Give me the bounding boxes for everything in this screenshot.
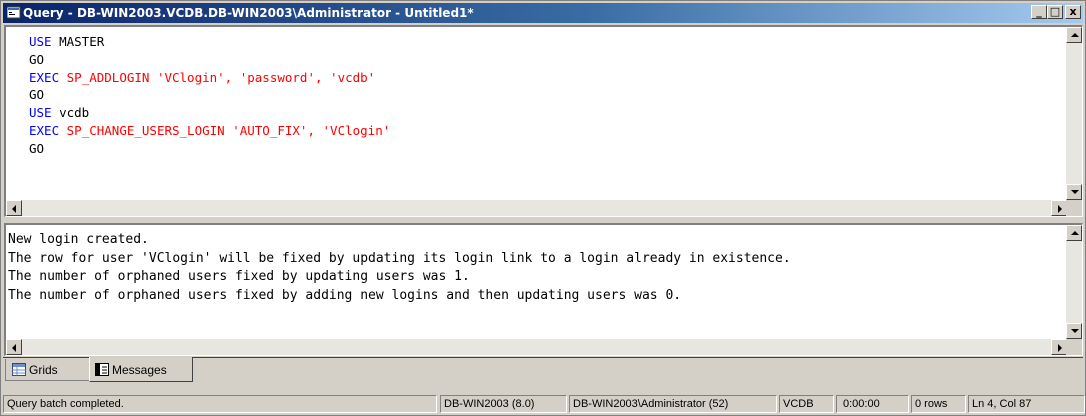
arrow-left-icon	[12, 344, 16, 352]
code-line[interactable]: EXEC SP_CHANGE_USERS_LOGIN 'AUTO_FIX', '…	[29, 122, 390, 140]
close-icon: x	[1069, 5, 1077, 18]
code-line[interactable]: GO	[29, 86, 390, 104]
scrollbar-corner	[1066, 339, 1082, 355]
results-tab-strip: Grids Messages	[3, 357, 1083, 385]
status-server: DB-WIN2003 (8.0)	[440, 395, 567, 413]
arrow-right-icon	[1058, 205, 1062, 213]
scroll-down-button[interactable]	[1066, 323, 1082, 339]
messages-text[interactable]: New login created. The row for user 'VClo…	[8, 231, 791, 305]
minimize-icon: _	[1036, 5, 1042, 18]
arrow-up-icon	[1071, 231, 1079, 235]
arrow-right-icon	[1058, 344, 1062, 352]
messages-horizontal-scrollbar[interactable]	[6, 339, 1067, 355]
scroll-up-button[interactable]	[1066, 27, 1082, 43]
status-bar: Query batch completed. DB-WIN2003 (8.0) …	[3, 393, 1085, 415]
code-line[interactable]: GO	[29, 140, 390, 158]
grid-icon	[12, 363, 26, 376]
tab-grids-label: Grids	[29, 363, 58, 377]
window-title: Query - DB-WIN2003.VCDB.DB-WIN2003\Admin…	[23, 6, 474, 20]
query-editor[interactable]: USE MASTER GO EXEC SP_ADDLOGIN 'VClogin', …	[4, 25, 1083, 217]
minimize-button[interactable]: _	[1031, 5, 1047, 19]
message-line: New login created.	[8, 232, 149, 247]
messages-icon	[95, 363, 109, 376]
code-line[interactable]: EXEC SP_ADDLOGIN 'VClogin', 'password', …	[29, 69, 390, 87]
scroll-right-button[interactable]	[1051, 200, 1067, 216]
message-line: The row for user 'VClogin' will be fixed…	[8, 250, 791, 266]
sql-string: SP_ADDLOGIN 'VClogin', 'password', 'vcdb…	[66, 69, 376, 85]
close-button[interactable]: x	[1065, 5, 1081, 19]
title-bar[interactable]: Query - DB-WIN2003.VCDB.DB-WIN2003\Admin…	[3, 3, 1083, 23]
status-elapsed-time: 0:00:00	[836, 395, 909, 413]
arrow-up-icon	[1071, 33, 1079, 37]
query-window-icon	[7, 6, 21, 19]
sql-keyword: USE	[29, 34, 52, 49]
message-line: The number of orphaned users fixed by up…	[8, 269, 470, 284]
sql-code[interactable]: USE MASTER GO EXEC SP_ADDLOGIN 'VClogin', …	[29, 33, 390, 158]
status-user: DB-WIN2003\Administrator (52)	[569, 395, 777, 413]
sql-keyword: EXEC	[29, 69, 60, 85]
scroll-right-button[interactable]	[1051, 339, 1067, 355]
scroll-left-button[interactable]	[6, 339, 22, 355]
scroll-down-button[interactable]	[1066, 184, 1082, 200]
tab-messages[interactable]: Messages	[89, 357, 193, 382]
arrow-left-icon	[12, 205, 16, 213]
code-line[interactable]: USE vcdb	[29, 104, 390, 122]
sql-text: GO	[29, 87, 45, 103]
status-row-count: 0 rows	[911, 395, 966, 413]
sql-text: MASTER	[51, 34, 105, 49]
status-message: Query batch completed.	[3, 395, 437, 413]
sql-text: GO	[29, 140, 45, 156]
sql-string: SP_CHANGE_USERS_LOGIN 'AUTO_FIX', 'VClog…	[66, 122, 391, 138]
scroll-up-button[interactable]	[1066, 225, 1082, 241]
scrollbar-corner	[1066, 200, 1082, 216]
messages-pane[interactable]: New login created. The row for user 'VClo…	[4, 223, 1083, 356]
messages-vertical-scrollbar[interactable]	[1066, 225, 1082, 339]
tab-messages-label: Messages	[112, 363, 167, 377]
maximize-button[interactable]: □	[1047, 5, 1063, 19]
code-line[interactable]: GO	[29, 51, 390, 69]
code-line[interactable]: USE MASTER	[29, 33, 390, 51]
sql-text: vcdb	[51, 105, 90, 121]
scroll-left-button[interactable]	[6, 200, 22, 216]
maximize-icon: □	[1049, 5, 1061, 18]
query-window: Query - DB-WIN2003.VCDB.DB-WIN2003\Admin…	[0, 0, 1086, 416]
editor-vertical-scrollbar[interactable]	[1066, 27, 1082, 200]
tab-grids[interactable]: Grids	[5, 359, 89, 381]
sql-text: GO	[29, 51, 45, 67]
sql-keyword: EXEC	[29, 122, 60, 138]
arrow-down-icon	[1071, 190, 1079, 194]
sql-keyword: USE	[29, 105, 52, 121]
status-database: VCDB	[779, 395, 834, 413]
arrow-down-icon	[1071, 329, 1079, 333]
message-line: The number of orphaned users fixed by ad…	[8, 287, 682, 303]
status-cursor-position: Ln 4, Col 87	[968, 395, 1085, 413]
editor-horizontal-scrollbar[interactable]	[6, 200, 1067, 216]
